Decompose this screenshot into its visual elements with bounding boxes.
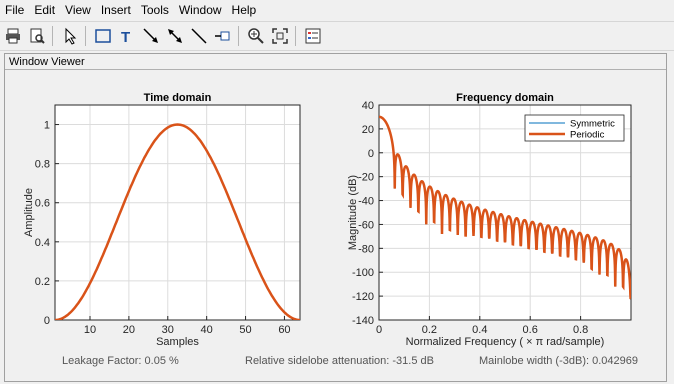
fit-icon[interactable] [269, 25, 291, 47]
menu-bar: File Edit View Insert Tools Window Help [0, 0, 674, 20]
text-icon[interactable]: T [116, 25, 138, 47]
pointer-icon[interactable] [59, 25, 81, 47]
menu-window[interactable]: Window [174, 0, 227, 20]
toolbar-separator [85, 26, 86, 46]
zoom-in-icon[interactable] [245, 25, 267, 47]
arrow-icon[interactable] [140, 25, 162, 47]
toolbar: T [0, 21, 674, 51]
toolbar-separator [295, 26, 296, 46]
window-viewer-panel: Window Viewer [4, 53, 667, 382]
print-preview-icon[interactable] [26, 25, 48, 47]
legend-icon[interactable] [302, 25, 324, 47]
panel-title: Window Viewer [9, 56, 85, 68]
toolbar-separator [52, 26, 53, 46]
mainlobe-width-text: Mainlobe width (-3dB): 0.042969 [479, 355, 638, 367]
line-icon[interactable] [188, 25, 210, 47]
menu-insert[interactable]: Insert [96, 0, 136, 20]
menu-edit[interactable]: Edit [29, 0, 60, 20]
rectangle-icon[interactable] [92, 25, 114, 47]
menu-tools[interactable]: Tools [136, 0, 174, 20]
sidelobe-attenuation-text: Relative sidelobe attenuation: -31.5 dB [245, 355, 434, 367]
menu-file[interactable]: File [0, 0, 29, 20]
menu-help[interactable]: Help [227, 0, 262, 20]
toolbar-separator [238, 26, 239, 46]
pin-icon[interactable] [212, 25, 234, 47]
panel-divider [5, 69, 666, 70]
print-icon[interactable] [2, 25, 24, 47]
double-arrow-icon[interactable] [164, 25, 186, 47]
menu-view[interactable]: View [60, 0, 96, 20]
svg-text:T: T [121, 29, 130, 45]
leakage-factor-text: Leakage Factor: 0.05 % [62, 355, 179, 367]
